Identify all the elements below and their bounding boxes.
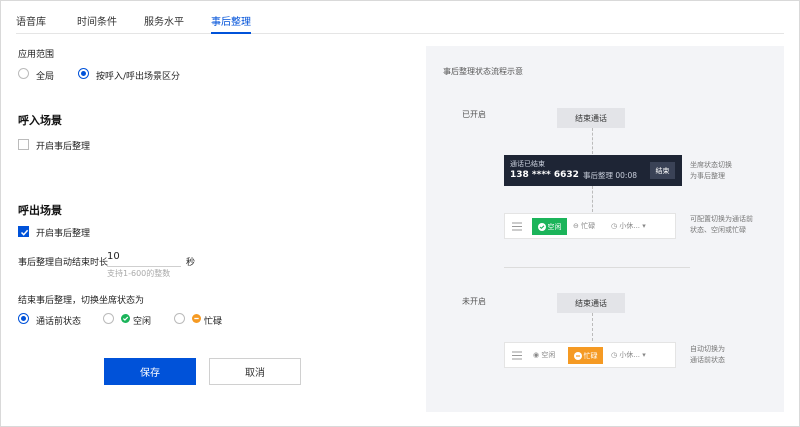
note-line: 通话前状态 [690,356,725,364]
duration-unit: 秒 [186,258,196,268]
end-acw-button: 结束 [650,162,675,179]
inbound-enable-label[interactable]: 开启事后整理 [36,139,90,152]
busy-item-label: 忙碌 [581,222,596,230]
flow-diagram-panel: 事后整理状态流程示意 已开启 结束通话 通话已结束 138 **** 6632 … [426,46,784,412]
disabled-label: 未开启 [462,297,486,306]
note-auto-switch: 自动切换为 通话前状态 [690,344,725,366]
note-line: 状态、空闲或忙碌 [690,226,746,234]
menu-icon [512,222,522,231]
minus-circle-icon [573,351,582,360]
note-switch-acw: 坐席状态切换 为事后整理 [690,160,732,182]
enabled-label: 已开启 [462,110,486,119]
agent-status-bar: 空闲 ⊖ 忙碌 ◷ 小休... ▾ [504,213,676,239]
note-line: 可配置切换为通话前 [690,215,753,223]
save-button[interactable]: 保存 [104,358,196,385]
busy-chip-label: 忙碌 [583,351,598,360]
phone-number: 138 **** 6632 [510,170,579,180]
tab-voice-library[interactable]: 语音库 [16,13,46,28]
checkmark-icon [20,229,29,236]
rest-item-label: 小休... [619,351,641,359]
cancel-button[interactable]: 取消 [209,358,301,385]
note-line: 自动切换为 [690,345,725,353]
outbound-section-title: 呼出场景 [18,204,62,217]
scope-by-scene-radio[interactable] [78,68,89,79]
diagram-title: 事后整理状态流程示意 [443,67,523,76]
note-line: 为事后整理 [690,172,725,180]
switch-busy-label[interactable]: 忙碌 [204,314,222,327]
switch-busy-radio[interactable] [174,313,185,324]
duration-label: 事后整理自动结束时长 [18,258,109,268]
idle-status-item: ◉ 空闲 [533,351,556,359]
scope-by-scene-label[interactable]: 按呼入/呼出场景区分 [96,69,180,82]
tab-time-condition[interactable]: 时间条件 [77,13,117,28]
tab-service-level[interactable]: 服务水平 [144,13,184,28]
agent-status-bar-disabled: ◉ 空闲 忙碌 ◷ 小休... ▾ [504,342,676,368]
flow-connector [592,128,593,154]
flow-connector [592,186,593,212]
switch-status-label: 结束事后整理，切换坐席状态为 [18,296,145,306]
scope-global-radio[interactable] [18,68,29,79]
idle-status-chip: 空闲 [532,218,567,235]
flow-connector [592,313,593,341]
rest-status-item: ◷ 小休... ▾ [611,351,646,359]
end-call-box: 结束通话 [557,293,625,313]
idle-item-label: 空闲 [541,351,556,359]
busy-status-chip: 忙碌 [568,347,603,364]
menu-icon [512,351,522,360]
switch-previous-label[interactable]: 通话前状态 [36,314,81,327]
outbound-enable-label[interactable]: 开启事后整理 [36,226,90,239]
idle-chip-label: 空闲 [547,222,562,231]
call-ended-text: 通话已结束 [510,160,545,168]
scope-global-label[interactable]: 全局 [36,69,54,82]
scope-label: 应用范围 [18,50,55,60]
rest-status-item: ◷ 小休... ▾ [611,222,646,230]
switch-idle-label[interactable]: 空闲 [133,314,151,327]
section-divider [504,267,690,268]
acw-timer: 事后整理 00:08 [583,171,637,180]
call-ended-card: 通话已结束 138 **** 6632 事后整理 00:08 结束 [504,155,682,186]
tab-after-call-work[interactable]: 事后整理 [211,13,251,28]
note-line: 坐席状态切换 [690,161,732,169]
check-circle-icon [121,314,130,323]
check-circle-icon [537,222,546,231]
switch-previous-radio[interactable] [18,313,29,324]
switch-idle-radio[interactable] [103,313,114,324]
tab-bar: 语音库 时间条件 服务水平 事后整理 [16,0,784,34]
busy-status-item: ⊖ 忙碌 [573,222,596,230]
rest-item-label: 小休... [619,222,641,230]
inbound-enable-checkbox[interactable] [18,139,29,150]
end-call-box: 结束通话 [557,108,625,128]
active-tab-indicator [211,32,251,34]
inbound-section-title: 呼入场景 [18,114,62,127]
outbound-enable-checkbox[interactable] [18,226,29,237]
duration-input-wrap [107,251,181,267]
minus-circle-icon [192,314,201,323]
duration-hint: 支持1-600的整数 [107,269,171,278]
duration-input[interactable] [107,251,181,262]
note-configurable: 可配置切换为通话前 状态、空闲或忙碌 [690,214,753,236]
